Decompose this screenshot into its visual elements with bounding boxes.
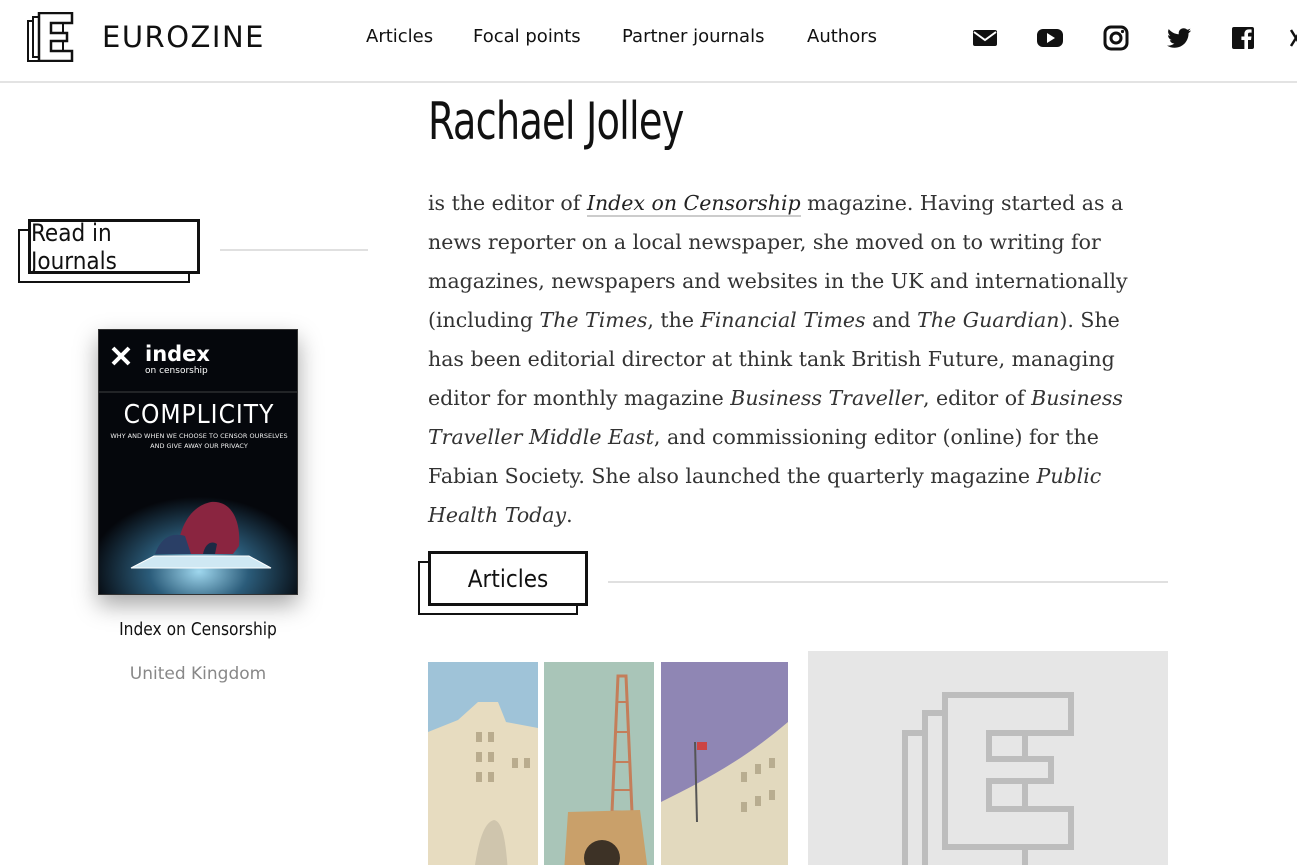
bio-text: is the editor of [428, 191, 587, 215]
nav-authors[interactable]: Authors [807, 26, 877, 47]
article-thumbnail-left [428, 662, 538, 865]
cover-headline: COMPLICITY [123, 400, 275, 430]
author-bio: is the editor of Index on Censorship mag… [428, 184, 1153, 535]
article-thumbnail-middle [544, 662, 654, 865]
youtube-icon[interactable] [1036, 24, 1064, 52]
eurozine-logo[interactable] [27, 12, 75, 62]
bio-italic: Financial Times [700, 308, 866, 332]
site-header: EUROZINE Articles Focal points Partner j… [0, 0, 1297, 83]
cover-subhead-1: WHY AND WHEN WE CHOOSE TO CENSOR OURSELV… [110, 432, 288, 440]
nav-articles[interactable]: Articles [366, 26, 433, 47]
nav-partner-journals[interactable]: Partner journals [622, 26, 764, 47]
instagram-icon[interactable] [1102, 24, 1130, 52]
close-icon[interactable] [1289, 24, 1297, 52]
nav-focal-points[interactable]: Focal points [473, 26, 581, 47]
bio-italic: Business Traveller [730, 386, 923, 410]
section-divider [220, 249, 368, 251]
bio-text: , the [647, 308, 701, 332]
author-name: Rachael Jolley [428, 92, 684, 152]
cover-logo-sub: on censorship [145, 366, 208, 376]
section-divider [608, 581, 1168, 583]
bio-italic: The Guardian [917, 308, 1060, 332]
cover-subhead-2: AND GIVE AWAY OUR PRIVACY [150, 442, 248, 450]
site-name[interactable]: EUROZINE [102, 20, 265, 54]
bio-italic: The Times [539, 308, 648, 332]
facebook-icon[interactable] [1229, 24, 1257, 52]
section-title-read-in-journals: Read in Journals [28, 219, 200, 275]
bio-text: and [865, 308, 918, 332]
article-card-placeholder[interactable] [808, 651, 1168, 865]
journal-cover[interactable]: index on censorship COMPLICITY WHY AND W… [98, 329, 298, 595]
journal-country: United Kingdom [129, 664, 267, 684]
article-thumbnail-right [661, 662, 788, 865]
journal-name[interactable]: Index on Censorship [28, 619, 369, 640]
cover-logo-main: index [145, 342, 210, 366]
eurozine-placeholder-icon [902, 692, 1074, 865]
bio-link-index-on-censorship[interactable]: Index on Censorship [586, 191, 801, 217]
mail-icon[interactable] [971, 24, 999, 52]
section-title-articles: Articles [428, 551, 588, 606]
bio-text: , editor of [922, 386, 1032, 410]
twitter-icon[interactable] [1165, 24, 1193, 52]
bio-text: . [566, 503, 573, 527]
